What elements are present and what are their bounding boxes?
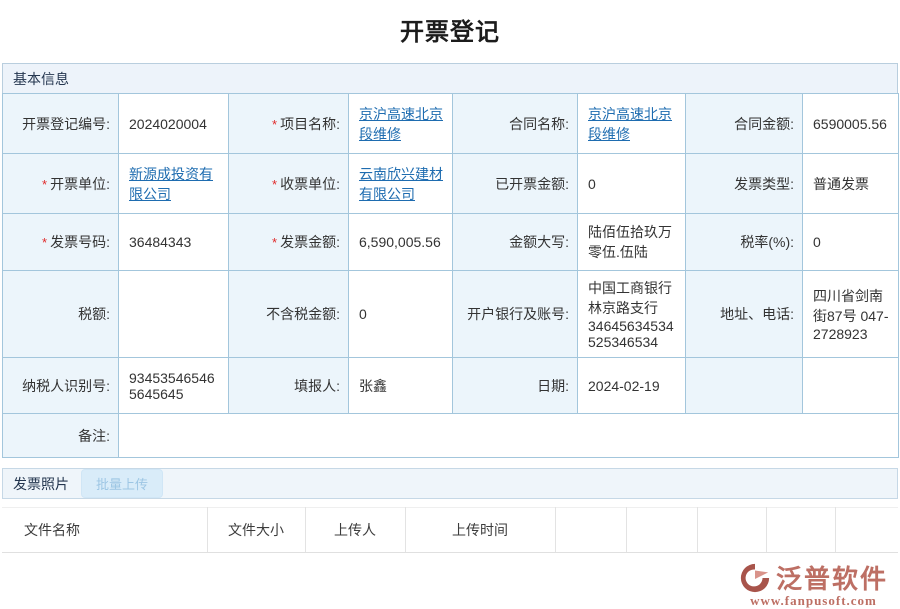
field-label-invoiced-amount: 已开票金额:: [453, 154, 578, 214]
attachment-column-file-name: 文件名称: [2, 508, 207, 553]
attachment-column-empty: [697, 508, 766, 553]
field-label-amount-caps: 金额大写:: [453, 214, 578, 271]
table-row: 开票登记编号: 2024020004 *项目名称: 京沪高速北京段维修 合同名称…: [3, 94, 899, 154]
field-label-invoice-no: *发票号码:: [3, 214, 119, 271]
field-label-contract-name: 合同名称:: [453, 94, 578, 154]
field-label-receiver: *收票单位:: [229, 154, 349, 214]
field-label-empty: [686, 358, 803, 414]
field-label-amount-excl-tax: 不含税金额:: [229, 271, 349, 358]
section-header-basic-info: 基本信息: [2, 63, 898, 94]
field-value-amount-caps: 陆佰伍拾玖万零伍.伍陆: [578, 214, 686, 271]
field-value-date: 2024-02-19: [578, 358, 686, 414]
field-value-project: 京沪高速北京段维修: [349, 94, 453, 154]
section-title-invoice-photos: 发票照片: [13, 474, 69, 494]
attachments-table: 文件名称 文件大小 上传人 上传时间: [2, 507, 898, 553]
field-label-contract-amount: 合同金额:: [686, 94, 803, 154]
field-value-empty: [803, 358, 899, 414]
field-value-tax-amount: [119, 271, 229, 358]
field-value-address-phone: 四川省剑南街87号 047-2728923: [803, 271, 899, 358]
field-value-issuer: 新源成投资有限公司: [119, 154, 229, 214]
basic-info-table: 开票登记编号: 2024020004 *项目名称: 京沪高速北京段维修 合同名称…: [2, 93, 899, 458]
footer: 泛普软件 www.fanpusoft.com: [0, 559, 888, 609]
field-value-invoice-type: 普通发票: [803, 154, 899, 214]
attachment-column-empty: [626, 508, 697, 553]
issuer-link[interactable]: 新源成投资有限公司: [129, 166, 213, 202]
table-row: *开票单位: 新源成投资有限公司 *收票单位: 云南欣兴建材有限公司 已开票金额…: [3, 154, 899, 214]
field-label-filler: 填报人:: [229, 358, 349, 414]
attachment-column-empty: [766, 508, 835, 553]
field-value-contract-amount: 6590005.56: [803, 94, 899, 154]
field-value-reg-no: 2024020004: [119, 94, 229, 154]
attachments-header-row: 文件名称 文件大小 上传人 上传时间: [2, 508, 898, 553]
field-value-bank-account: 中国工商银行林京路支行 34645634534525346534: [578, 271, 686, 358]
field-label-bank-account: 开户银行及账号:: [453, 271, 578, 358]
field-value-tax-rate: 0: [803, 214, 899, 271]
section-title-basic-info: 基本信息: [13, 69, 69, 89]
brand-url[interactable]: www.fanpusoft.com: [750, 593, 877, 609]
fanpu-brand: 泛普软件 www.fanpusoft.com: [739, 559, 888, 609]
field-label-tax-rate: 税率(%):: [686, 214, 803, 271]
field-label-address-phone: 地址、电话:: [686, 271, 803, 358]
field-value-invoice-no: 36484343: [119, 214, 229, 271]
field-value-amount-excl-tax: 0: [349, 271, 453, 358]
field-label-reg-no: 开票登记编号:: [3, 94, 119, 154]
attachment-column-upload-time: 上传时间: [405, 508, 555, 553]
field-label-tax-amount: 税额:: [3, 271, 119, 358]
attachment-column-empty: [555, 508, 626, 553]
attachment-column-file-size: 文件大小: [207, 508, 305, 553]
required-asterisk: *: [272, 117, 277, 132]
brand-name: 泛普软件: [776, 559, 888, 596]
field-value-remark: [119, 414, 899, 458]
table-row: 纳税人识别号: 934535465465645645 填报人: 张鑫 日期: 2…: [3, 358, 899, 414]
page-title: 开票登记: [0, 0, 900, 47]
required-asterisk: *: [272, 177, 277, 192]
table-row: 备注:: [3, 414, 899, 458]
field-label-invoice-type: 发票类型:: [686, 154, 803, 214]
field-value-contract-name: 京沪高速北京段维修: [578, 94, 686, 154]
field-label-remark: 备注:: [3, 414, 119, 458]
field-label-date: 日期:: [453, 358, 578, 414]
field-value-filler: 张鑫: [349, 358, 453, 414]
field-value-receiver: 云南欣兴建材有限公司: [349, 154, 453, 214]
field-value-invoice-amount: 6,590,005.56: [349, 214, 453, 271]
table-row: 税额: 不含税金额: 0 开户银行及账号: 中国工商银行林京路支行 346456…: [3, 271, 899, 358]
required-asterisk: *: [272, 235, 277, 250]
attachment-column-empty: [835, 508, 898, 553]
project-link[interactable]: 京沪高速北京段维修: [359, 106, 443, 142]
fanpu-logo-icon: [739, 562, 771, 594]
field-label-taxpayer-id: 纳税人识别号:: [3, 358, 119, 414]
attachment-column-uploader: 上传人: [305, 508, 405, 553]
contract-link[interactable]: 京沪高速北京段维修: [588, 106, 672, 142]
field-label-project: *项目名称:: [229, 94, 349, 154]
batch-upload-button[interactable]: 批量上传: [81, 469, 163, 498]
field-label-issuer: *开票单位:: [3, 154, 119, 214]
field-value-invoiced-amount: 0: [578, 154, 686, 214]
field-label-invoice-amount: *发票金额:: [229, 214, 349, 271]
section-header-invoice-photos: 发票照片 批量上传: [2, 468, 898, 499]
table-row: *发票号码: 36484343 *发票金额: 6,590,005.56 金额大写…: [3, 214, 899, 271]
field-value-taxpayer-id: 934535465465645645: [119, 358, 229, 414]
required-asterisk: *: [42, 235, 47, 250]
required-asterisk: *: [42, 177, 47, 192]
receiver-link[interactable]: 云南欣兴建材有限公司: [359, 166, 443, 202]
